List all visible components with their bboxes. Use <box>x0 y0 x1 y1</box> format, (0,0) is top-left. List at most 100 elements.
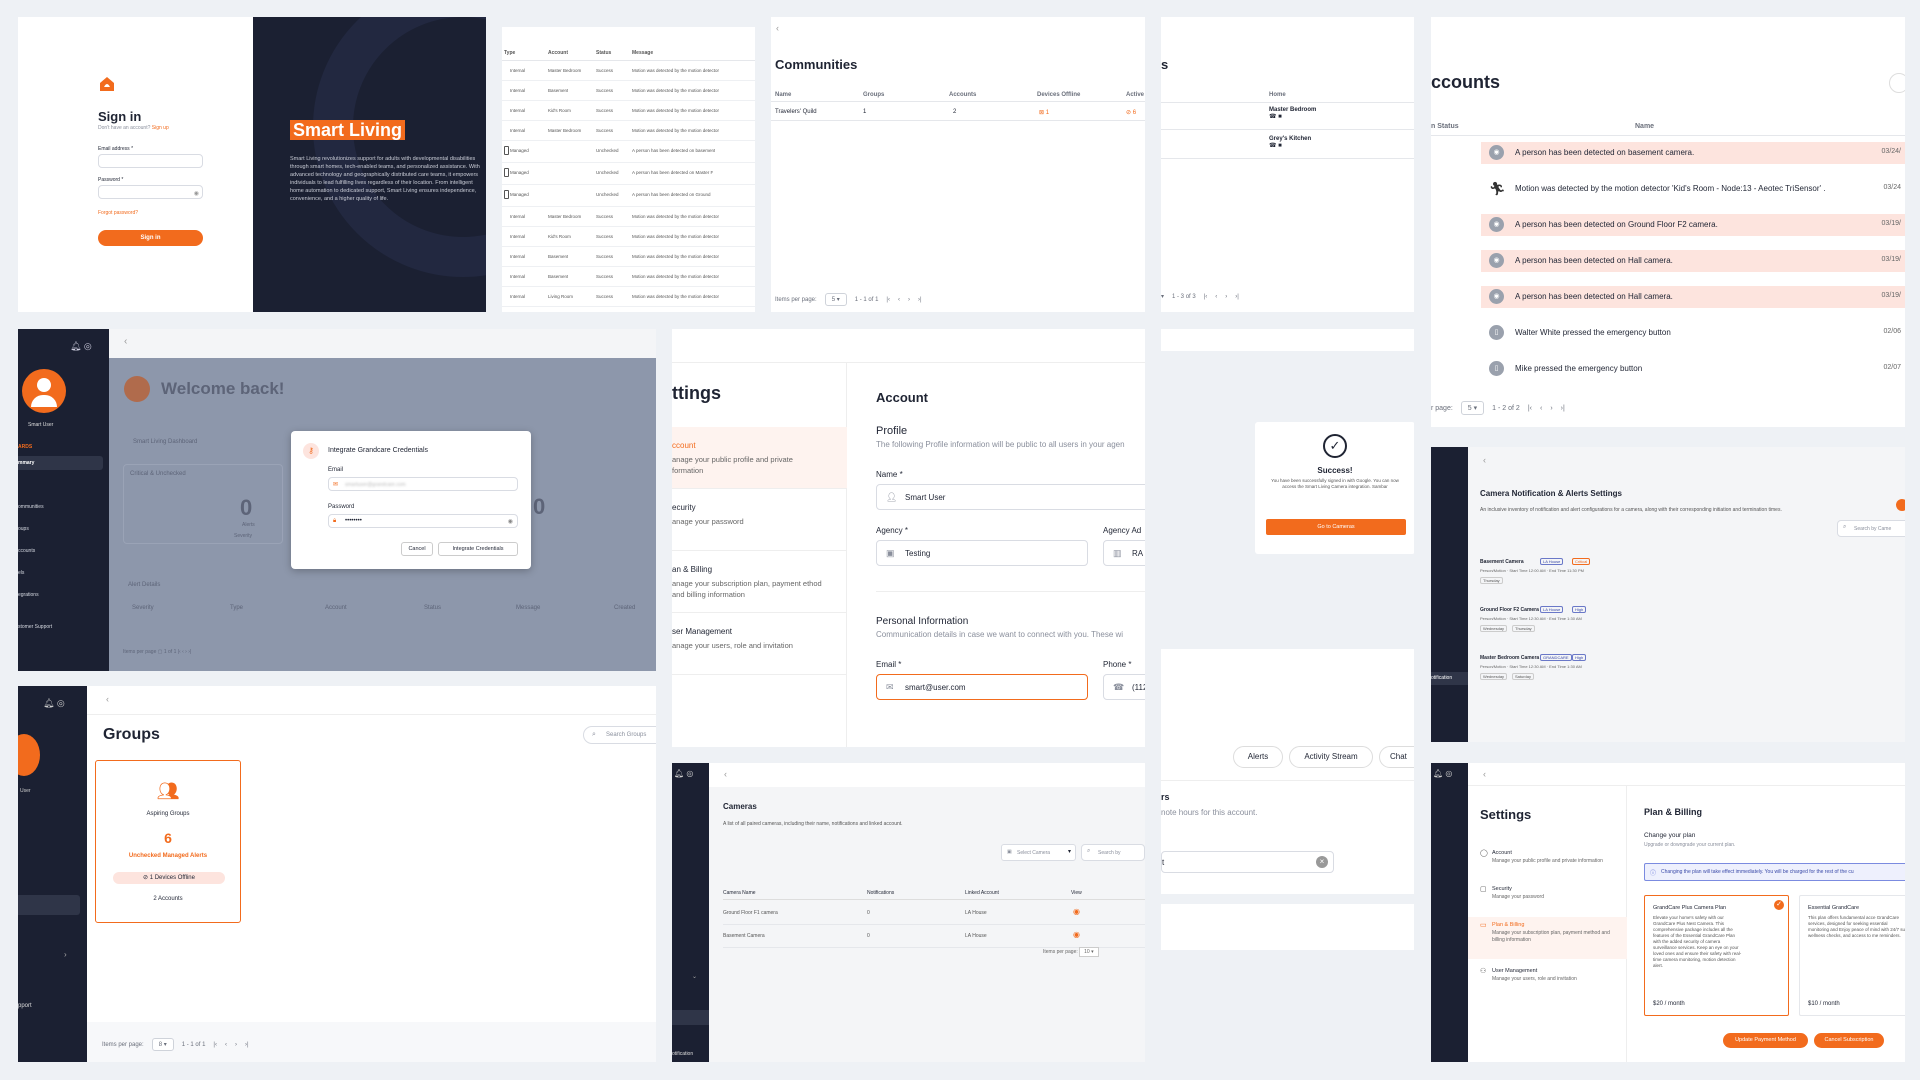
tab-alerts[interactable]: Alerts <box>1233 746 1283 768</box>
table-row[interactable]: Internal Master Bedroom Success Motion was … <box>502 61 755 81</box>
page-size-select[interactable]: ▾ <box>1161 293 1164 300</box>
prev-page-icon[interactable]: ‹ <box>898 297 900 303</box>
table-row[interactable]: Internal Kid's Room Success Motion was dete… <box>502 227 755 247</box>
cancel-button[interactable]: Cancel <box>401 542 433 556</box>
last-page-icon[interactable]: ›| <box>245 1042 249 1048</box>
settings-menu-item[interactable]: ser Management anage your users, role and… <box>672 613 847 675</box>
prev-page-icon[interactable]: ‹ <box>225 1042 227 1048</box>
eye-icon[interactable]: ◉ <box>508 518 513 525</box>
settings-menu-item[interactable]: ccount anage your public profile and priv… <box>672 427 847 489</box>
settings-menu-item[interactable]: ▢ Security Manage your password <box>1468 881 1627 913</box>
nav-item-notification[interactable]: otification <box>1431 672 1468 685</box>
table-row[interactable]: Basement Camera 0 LA House ◉ <box>723 925 1145 948</box>
camera-setting-item[interactable]: Master Bedroom Camera GRANDCARE High Person… <box>1480 654 1900 695</box>
settings-menu-item[interactable]: ◯ Account Manage your public profile and p… <box>1468 845 1627 877</box>
first-page-icon[interactable]: |‹ <box>1204 294 1208 300</box>
last-page-icon[interactable]: ›| <box>918 297 922 303</box>
eye-icon[interactable]: ◉ <box>194 190 199 197</box>
sidebar-item[interactable]: egrations <box>18 592 39 598</box>
sidebar-item[interactable]: ommunities <box>18 504 44 510</box>
tab-chat[interactable]: Chat <box>1379 746 1414 768</box>
camera-setting-item[interactable]: Basement Camera LA House Critical Person/Mo… <box>1480 558 1900 599</box>
group-card[interactable]: 👥︎ Aspiring Groups 6 Unchecked Managed A… <box>95 760 241 923</box>
clear-icon[interactable]: × <box>1316 856 1328 868</box>
password-input[interactable]: ◉ <box>98 185 203 199</box>
settings-menu-item[interactable]: ▭ Plan & Billing Manage your subscription … <box>1468 917 1627 959</box>
prev-page-icon[interactable]: ‹ <box>1540 405 1542 412</box>
nav-item-summary[interactable]: mmary <box>18 456 103 470</box>
page-size-select[interactable]: 5 ▾ <box>1460 401 1485 415</box>
sidebar-item[interactable]: stomer Support <box>18 624 52 630</box>
table-row[interactable]: Internal Living Room Success Motion was det… <box>502 287 755 307</box>
nav-item-support[interactable]: pport <box>18 1003 32 1009</box>
agency-input[interactable]: ▣ Testing <box>876 540 1088 566</box>
modal-password-input[interactable]: 🔒︎ •••••••• ◉ <box>328 514 518 528</box>
last-page-icon[interactable]: ›| <box>1561 405 1565 412</box>
table-row[interactable]: Internal Basement Success Motion was detect… <box>502 247 755 267</box>
sidebar-item[interactable]: els <box>18 570 24 576</box>
first-page-icon[interactable]: |‹ <box>213 1042 217 1048</box>
next-page-icon[interactable]: › <box>235 1042 237 1048</box>
table-row[interactable]: Managed Unchecked A person has been detect… <box>502 163 755 185</box>
camera-select[interactable]: ▣ Select Camera ▾ <box>1001 844 1076 861</box>
back-arrow-icon[interactable]: ‹ <box>106 694 109 704</box>
first-page-icon[interactable]: |‹ <box>1528 405 1532 412</box>
phone-input[interactable]: ☎ (112 <box>1103 674 1145 700</box>
search-input[interactable]: ⌕ Search by <box>1081 844 1145 861</box>
back-arrow-icon[interactable]: ‹ <box>124 336 127 347</box>
nav-item-active[interactable] <box>18 895 80 915</box>
back-arrow-icon[interactable]: ‹ <box>776 23 779 33</box>
list-item[interactable]: ◉ A person has been detected on basement … <box>1481 142 1905 164</box>
table-row[interactable]: Travelers' Quild 1 2 ⊠ 1 ⊘ 6 <box>771 103 1145 121</box>
forgot-password-link[interactable]: Forgot password? <box>98 210 138 216</box>
update-payment-button[interactable]: Update Payment Method <box>1723 1033 1808 1048</box>
page-size-select[interactable]: 8 ▾ <box>151 1038 174 1051</box>
table-row[interactable]: Internal Basement Success Motion was detect… <box>502 267 755 287</box>
note-input[interactable]: t × <box>1161 851 1334 873</box>
chevron-down-icon[interactable]: ⌄ <box>692 973 697 980</box>
page-size-select[interactable]: 5 ▾ <box>824 293 847 306</box>
list-item[interactable]: ◉ A person has been detected on Ground Fl… <box>1481 214 1905 236</box>
nav-item-active[interactable] <box>672 1010 709 1025</box>
sidebar-item[interactable]: oups <box>18 526 29 532</box>
search-input[interactable]: ⌕ Search by Came <box>1837 520 1905 537</box>
go-to-cameras-button[interactable]: Go to Cameras <box>1266 519 1406 535</box>
email-input[interactable] <box>98 154 203 168</box>
settings-menu-item[interactable]: an & Billing anage your subscription plan… <box>672 551 847 613</box>
table-row[interactable]: Internal Master Bedroom Success Motion was … <box>502 207 755 227</box>
eye-icon[interactable]: ◉ <box>1073 907 1080 916</box>
list-item[interactable]: Master Bedroom ☎ ■ <box>1269 107 1316 120</box>
table-row[interactable]: Internal Master Bedroom Success Motion was … <box>502 121 755 141</box>
next-page-icon[interactable]: › <box>1550 405 1552 412</box>
tab-activity-stream[interactable]: Activity Stream <box>1289 746 1373 768</box>
search-input[interactable]: ⌕ Search Groups <box>583 726 656 744</box>
email-input[interactable]: ✉ smart@user.com <box>876 674 1088 700</box>
list-item[interactable]: ▯ Mike pressed the emergency button 02/07 <box>1481 358 1905 380</box>
back-arrow-icon[interactable]: ‹ <box>1483 455 1486 465</box>
sidebar-item[interactable]: ccounts <box>18 548 35 554</box>
prev-page-icon[interactable]: ‹ <box>1215 294 1217 300</box>
list-item[interactable]: ◉ A person has been detected on Hall came… <box>1481 286 1905 308</box>
list-item[interactable]: ◉ A person has been detected on Hall came… <box>1481 250 1905 272</box>
avatar[interactable] <box>18 734 40 776</box>
list-item[interactable]: ▯ Walter White pressed the emergency butt… <box>1481 322 1905 344</box>
agency-address-input[interactable]: ▥ RA <box>1103 540 1145 566</box>
table-row[interactable]: Internal Basement Success Motion was detect… <box>502 81 755 101</box>
avatar[interactable] <box>22 369 66 413</box>
next-page-icon[interactable]: › <box>1225 294 1227 300</box>
table-row[interactable]: Internal Kid's Room Success Motion was dete… <box>502 101 755 121</box>
list-item[interactable]: Grey's Kitchen ☎ ■ <box>1269 136 1311 149</box>
modal-email-input[interactable]: ✉ smartuser@grandcare.com <box>328 477 518 491</box>
signin-button[interactable]: Sign in <box>98 230 203 246</box>
table-row[interactable]: Managed Unchecked A person has been detect… <box>502 141 755 163</box>
signup-link[interactable]: Sign up <box>152 125 169 131</box>
cancel-subscription-button[interactable]: Cancel Subscription <box>1814 1033 1884 1048</box>
settings-menu-item[interactable]: ⚇ User Management Manage your users, role … <box>1468 963 1627 995</box>
plan-card[interactable]: Essential GrandCare This plan offers fun… <box>1799 895 1905 1016</box>
camera-setting-item[interactable]: Ground Floor F2 Camera LA House High Person… <box>1480 606 1900 647</box>
back-arrow-icon[interactable]: ‹ <box>724 769 727 779</box>
first-page-icon[interactable]: |‹ <box>886 297 890 303</box>
table-row[interactable]: Managed Unchecked A person has been detect… <box>502 185 755 207</box>
next-page-icon[interactable]: › <box>908 297 910 303</box>
back-arrow-icon[interactable]: ‹ <box>1483 769 1486 779</box>
